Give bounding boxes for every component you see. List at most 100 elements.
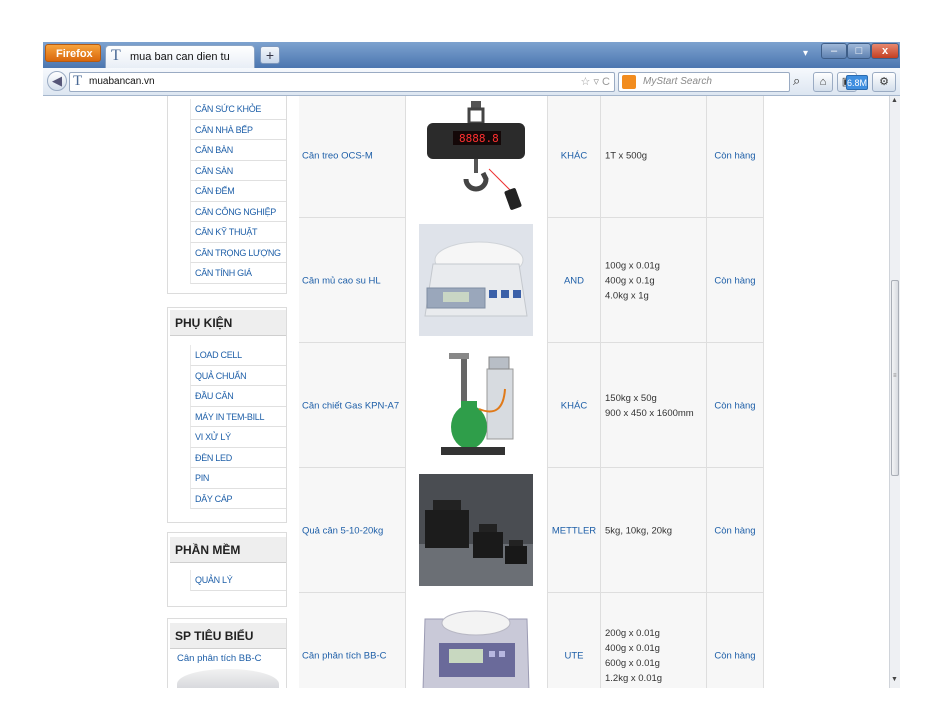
featured-item-link[interactable]: Cân phân tích BB-C [177, 653, 262, 664]
url-text: muabancan.vn [89, 76, 155, 87]
window-minimize-button[interactable]: – [821, 43, 847, 59]
analytical-balance-image [419, 599, 533, 688]
product-image-cell[interactable] [406, 468, 548, 593]
page-viewport: CÂN SỨC KHỎE CÂN NHÀ BẾP CÂN BÀN CÂN SÀN CÂN… [43, 96, 889, 688]
hanging-scale-image: 8888.8 [419, 99, 533, 211]
sidebar-software-box: PHẦN MỀM QUẢN LÝ [167, 532, 287, 607]
sidebar-link[interactable]: CÂN BÀN [190, 140, 286, 161]
product-status-cell: Còn hàng [707, 96, 764, 218]
product-spec-cell: 150kg x 50g 900 x 450 x 1600mm [601, 343, 707, 468]
category-list: CÂN SỨC KHỎE CÂN NHÀ BẾP CÂN BÀN CÂN SÀN CÂN… [190, 99, 286, 284]
new-tab-button[interactable]: + [260, 46, 280, 64]
product-image-cell[interactable] [406, 218, 548, 343]
window-close-button[interactable]: x [871, 43, 899, 59]
stock-status: Còn hàng [714, 400, 756, 411]
table-row: Cân treo OCS-M 8888.8 KHÁC 1T x 500g Còn h… [299, 96, 764, 218]
product-brand-cell: KHÁC [548, 343, 601, 468]
scroll-up-arrow-icon[interactable]: ▲ [891, 97, 898, 104]
back-button[interactable]: ◀ [47, 71, 67, 91]
browser-window: Firefox ▾ T mua ban can dien tu + ▾ – □ … [43, 42, 900, 688]
search-engine-icon[interactable] [622, 75, 636, 89]
product-name-link[interactable]: Cân mủ cao su HL [302, 275, 381, 286]
home-icon: ⌂ [819, 76, 827, 88]
navigation-bar: ◀ T muabancan.vn ☆ ▿ C MyStart Search ⌕ … [43, 68, 900, 96]
product-name-cell: Cân mủ cao su HL [299, 218, 406, 343]
product-brand-cell: AND [548, 218, 601, 343]
product-image-cell[interactable] [406, 593, 548, 688]
product-spec-cell: 100g x 0.01g 400g x 0.1g 4.0kg x 1g [601, 218, 707, 343]
compact-scale-image [419, 224, 533, 336]
reload-icon[interactable]: C [602, 76, 610, 88]
product-name-cell: Quả cân 5-10-20kg [299, 468, 406, 593]
sidebar-link[interactable]: CÂN TRỌNG LƯỢNG [190, 242, 286, 263]
sidebar-link[interactable]: CÂN TÍNH GIÁ [190, 263, 286, 284]
sidebar-link[interactable]: DÂY CÁP [190, 488, 286, 509]
sidebar-link[interactable]: CÂN NHÀ BẾP [190, 119, 286, 140]
product-spec: 5kg, 10kg, 20kg [605, 523, 672, 538]
spec-line: 400g x 0.01g [605, 642, 660, 654]
product-brand: AND [563, 275, 585, 286]
product-name-link[interactable]: Cân chiết Gas KPN-A7 [302, 400, 399, 411]
product-brand-cell: KHÁC [548, 96, 601, 218]
product-brand: METTLER [551, 525, 597, 536]
product-spec-cell: 1T x 500g [601, 96, 707, 218]
search-icon[interactable]: ⌕ [793, 73, 800, 89]
product-name-link[interactable]: Cân phân tích BB-C [302, 650, 387, 661]
sidebar-link[interactable]: CÂN ĐẾM [190, 181, 286, 202]
stock-status: Còn hàng [714, 150, 756, 161]
product-status-cell: Còn hàng [707, 218, 764, 343]
window-maximize-button[interactable]: □ [847, 43, 871, 59]
scrollbar-thumb[interactable]: ≡ [891, 280, 899, 476]
spec-line: 100g x 0.01g [605, 260, 660, 271]
vertical-scrollbar[interactable]: ▲ ≡ ▼ [889, 96, 900, 688]
software-list: QUẢN LÝ [190, 570, 286, 591]
spec-line: 400g x 0.1g [605, 275, 655, 286]
tools-menu-button[interactable]: ⚙ [872, 72, 896, 92]
product-brand-cell: METTLER [548, 468, 601, 593]
product-spec-cell: 5kg, 10kg, 20kg [601, 468, 707, 593]
sidebar-link[interactable]: MÁY IN TEM-BILL [190, 406, 286, 427]
sidebar-link[interactable]: ĐẦU CÂN [190, 386, 286, 407]
home-button[interactable]: ⌂ [813, 72, 833, 92]
sidebar-link[interactable]: PIN [190, 468, 286, 489]
featured-item-thumbnail[interactable] [177, 669, 279, 688]
memory-badge[interactable]: 6.8M [846, 75, 868, 90]
tab-active[interactable]: T mua ban can dien tu [105, 45, 255, 68]
star-icon[interactable]: ☆ [581, 76, 591, 88]
url-bar[interactable]: T muabancan.vn ☆ ▿ C [69, 72, 615, 92]
chevron-down-icon[interactable]: ▿ [593, 76, 599, 88]
spec-line: 900 x 450 x 1600mm [605, 407, 694, 419]
product-status-cell: Còn hàng [707, 343, 764, 468]
table-row: Cân chiết Gas KPN-A7 KHÁC 150kg x 50g 900 … [299, 343, 764, 468]
table-row: Cân phân tích BB-C UTE 200g x 0.01g 400g x… [299, 593, 764, 688]
software-heading: PHẦN MỀM [170, 537, 286, 563]
sidebar-link[interactable]: QUẢ CHUẨN [190, 365, 286, 386]
product-image-cell[interactable]: 8888.8 [406, 96, 548, 218]
svg-text:8888.8: 8888.8 [459, 132, 499, 145]
product-name-link[interactable]: Quả cân 5-10-20kg [302, 525, 383, 536]
firefox-menu-button[interactable]: Firefox ▾ [45, 44, 101, 78]
product-name-link[interactable]: Cân treo OCS-M [302, 150, 373, 161]
search-placeholder: MyStart Search [643, 76, 712, 87]
sidebar-link[interactable]: QUẢN LÝ [190, 570, 286, 591]
sidebar-link[interactable]: CÂN SỨC KHỎE [190, 99, 286, 120]
sidebar-link[interactable]: LOAD CELL [190, 345, 286, 366]
sidebar-link[interactable]: CÂN KỸ THUẬT [190, 222, 286, 243]
product-image-cell[interactable] [406, 343, 548, 468]
table-row: Quả cân 5-10-20kg METTLER 5kg, 10kg, 20kg… [299, 468, 764, 593]
sidebar-link[interactable]: CÂN SÀN [190, 160, 286, 181]
sidebar-link[interactable]: CÂN CÔNG NGHIỆP [190, 201, 286, 222]
arrow-left-icon: ◀ [52, 73, 62, 88]
product-brand-cell: UTE [548, 593, 601, 688]
sidebar-link[interactable]: ĐÈN LED [190, 447, 286, 468]
spec-line: 150kg x 50g [605, 392, 657, 404]
search-bar[interactable]: MyStart Search [618, 72, 790, 92]
sidebar-link[interactable]: VI XỬ LÝ [190, 427, 286, 448]
tab-title: mua ban can dien tu [130, 51, 230, 63]
site-favicon-icon: T [111, 47, 121, 64]
chevron-down-icon[interactable]: ▾ [803, 48, 808, 59]
gas-filling-scale-image [419, 349, 533, 461]
product-spec-cell: 200g x 0.01g 400g x 0.01g 600g x 0.01g 1.2k… [601, 593, 707, 688]
product-name-cell: Cân treo OCS-M [299, 96, 406, 218]
scroll-down-arrow-icon[interactable]: ▼ [891, 676, 898, 683]
